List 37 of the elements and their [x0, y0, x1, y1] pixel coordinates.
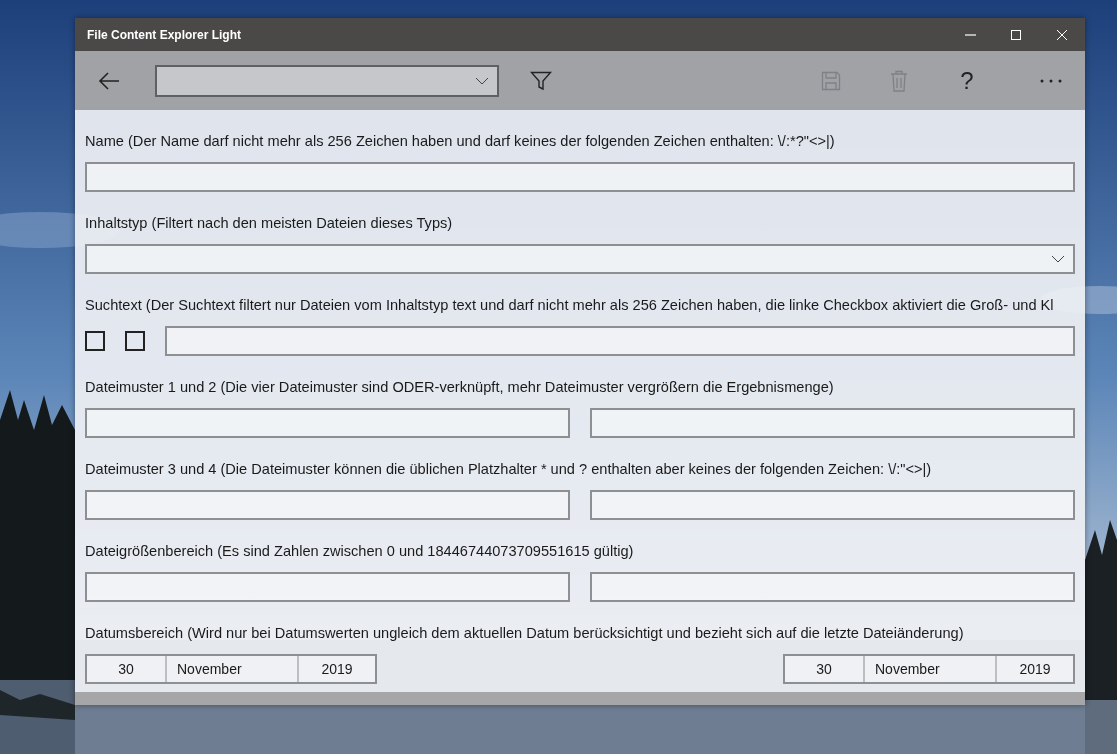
year-picker[interactable]: 2019: [297, 656, 375, 682]
input-field[interactable]: [85, 572, 570, 602]
field-label: Datumsbereich (Wird nur bei Datumswerten ungleich dem aktuellen Datum berücksichtigt und bezieht sich auf die letzte Dateiänderung): [85, 624, 964, 643]
input-field[interactable]: [85, 490, 570, 520]
window-title: File Content Explorer Light: [86, 27, 241, 42]
search-field[interactable]: [165, 326, 1075, 356]
input-field[interactable]: [85, 408, 570, 438]
month-picker[interactable]: November: [863, 656, 995, 682]
back-arrow-icon: [98, 71, 120, 90]
checkbox[interactable]: [85, 331, 105, 351]
filter-icon: [530, 70, 552, 91]
maximize-icon: [1010, 28, 1022, 41]
field-label: Dateimuster 3 und 4 (Die Dateimuster können die üblichen Platzhalter * und ? enthalten aber keines der folgenden Zeichen: \/:"<>|): [85, 460, 932, 479]
minimize-icon: [964, 33, 976, 36]
field-label: Suchtext (Der Suchtext filtert nur Dateien vom Inhaltstyp text und darf nicht mehr als 256 Zeichen haben, die linke Checkbox aktiviert die Groß- und Kl: [85, 296, 1054, 315]
field-label: Dateimuster 1 und 2 (Die vier Dateimuster sind ODER-verknüpft, mehr Dateimuster vergrößern die Ergebnismenge): [85, 378, 834, 397]
close-icon: [1056, 28, 1068, 41]
trash-icon: [890, 69, 908, 92]
field-label: Name (Der Name darf nicht mehr als 256 Zeichen haben und darf keines der folgenden Zeichen enthalten: \/:*?"<>|): [85, 132, 835, 151]
field-label: Inhaltstyp (Filtert nach den meisten Dateien dieses Typs): [85, 214, 453, 233]
day-picker[interactable]: 30: [785, 656, 863, 682]
month-picker[interactable]: November: [165, 656, 297, 682]
help-button[interactable]: ?: [941, 58, 993, 103]
input-field[interactable]: [590, 572, 1075, 602]
chevron-down-icon: [1051, 255, 1065, 263]
input-field[interactable]: [590, 490, 1075, 520]
chevron-down-icon: [475, 76, 489, 85]
save-icon: [821, 70, 841, 91]
name-field[interactable]: [85, 162, 1075, 192]
path-dropdown[interactable]: [155, 64, 499, 97]
day-picker[interactable]: 30: [87, 656, 165, 682]
type-dropdown[interactable]: [85, 244, 1075, 274]
input-field[interactable]: [590, 408, 1075, 438]
field-label: Dateigrößenbereich (Es sind Zahlen zwischen 0 und 18446744073709551615 gültig): [85, 542, 634, 561]
more-icon: [1040, 78, 1062, 83]
checkbox[interactable]: [125, 331, 145, 351]
year-picker[interactable]: 2019: [995, 656, 1073, 682]
